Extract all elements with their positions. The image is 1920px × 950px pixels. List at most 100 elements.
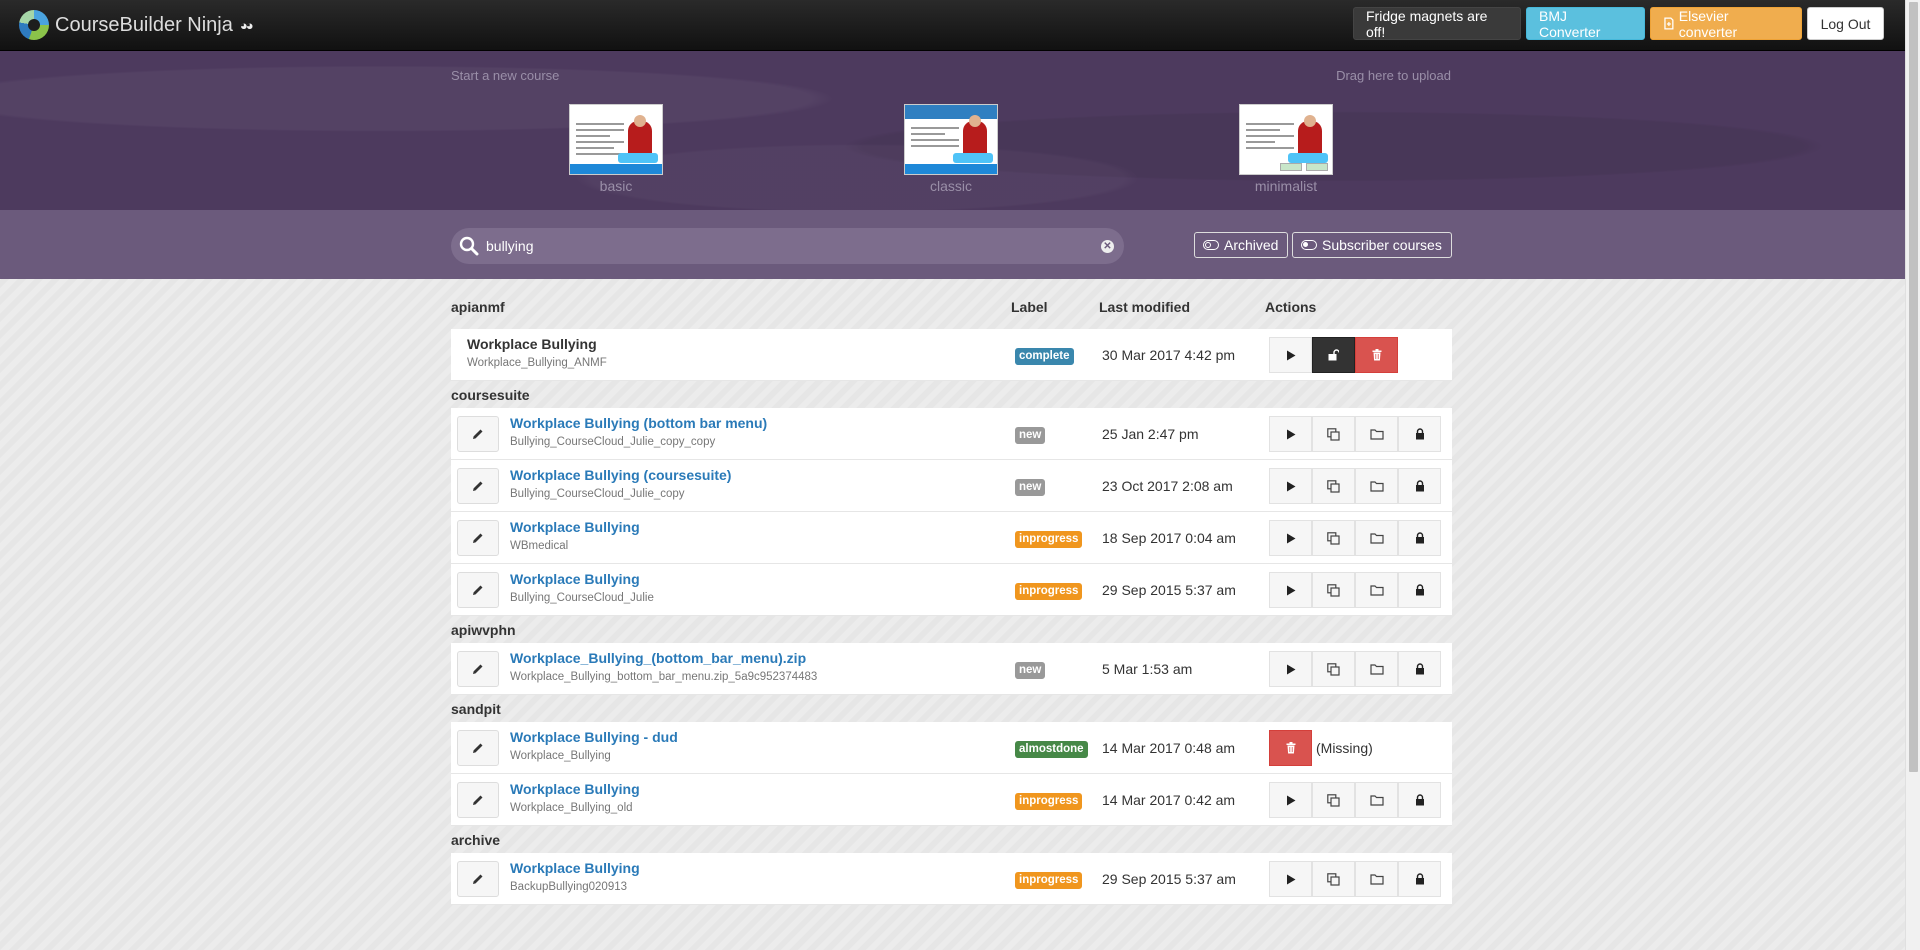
template-basic[interactable]: basic [569,104,663,194]
delete-button[interactable] [1269,730,1312,766]
course-folder-name: BackupBullying020913 [510,881,628,893]
upload-drop-zone[interactable]: Drag here to upload [1336,68,1451,83]
copy-button[interactable] [1312,782,1355,818]
folder-button[interactable] [1355,520,1398,556]
lock-button[interactable] [1398,651,1441,687]
lock-button[interactable] [1398,520,1441,556]
edit-course-button[interactable] [457,861,499,897]
lock-button[interactable] [1398,861,1441,897]
folder-button[interactable] [1355,782,1398,818]
unlock-button[interactable] [1312,337,1355,373]
edit-course-button[interactable] [457,468,499,504]
fridge-magnets-button[interactable]: Fridge magnets are off! [1353,7,1521,40]
elsevier-converter-button[interactable]: Elsevier converter [1650,7,1802,40]
table-row: Workplace Bullying WBmedical inprogress 18 … [451,512,1452,564]
copy-icon [1327,662,1340,676]
group-title: apianmf [451,299,505,315]
status-badge: new [1015,427,1046,444]
top-navbar: CourseBuilder Ninja ◕◕ Fridge magnets ar… [0,0,1905,51]
archived-toggle[interactable]: Archived [1194,232,1288,258]
play-button[interactable] [1269,572,1312,608]
play-icon [1286,874,1296,885]
delete-button[interactable] [1355,337,1398,373]
status-badge: inprogress [1015,531,1083,548]
group-title: archive [451,832,501,848]
lock-button[interactable] [1398,572,1441,608]
edit-course-button[interactable] [457,572,499,608]
edit-course-button[interactable] [457,416,499,452]
edit-course-button[interactable] [457,782,499,818]
table-row: Workplace_Bullying_(bottom_bar_menu).zip… [451,643,1452,695]
brand[interactable]: CourseBuilder Ninja ◕◕ [19,10,254,40]
copy-button[interactable] [1312,651,1355,687]
copy-icon [1327,872,1340,886]
template-thumbnail [1239,104,1333,175]
folder-button[interactable] [1355,468,1398,504]
row-actions [1269,520,1441,556]
copy-button[interactable] [1312,861,1355,897]
status-badge: inprogress [1015,583,1083,600]
folder-button[interactable] [1355,416,1398,452]
course-title[interactable]: Workplace Bullying (coursesuite) [510,467,731,483]
table-row: Workplace Bullying Bullying_CourseCloud_J… [451,564,1452,616]
template-thumbnail [569,104,663,175]
copy-button[interactable] [1312,468,1355,504]
play-button[interactable] [1269,520,1312,556]
edit-course-button[interactable] [457,651,499,687]
clear-icon[interactable]: ✕ [1101,240,1114,253]
lock-button[interactable] [1398,782,1441,818]
edit-course-button[interactable] [457,520,499,556]
scrollbar[interactable] [1905,0,1920,950]
play-button[interactable] [1269,337,1312,373]
template-classic[interactable]: classic [904,104,998,194]
folder-button[interactable] [1355,572,1398,608]
copy-icon [1327,427,1340,441]
course-title[interactable]: Workplace_Bullying_(bottom_bar_menu).zip [510,650,806,666]
folder-button[interactable] [1355,861,1398,897]
folder-icon [1369,480,1384,492]
lock-button[interactable] [1398,416,1441,452]
play-button[interactable] [1269,782,1312,818]
play-button[interactable] [1269,416,1312,452]
course-title[interactable]: Workplace Bullying - dud [510,729,678,745]
course-title[interactable]: Workplace Bullying (bottom bar menu) [510,415,767,431]
course-title[interactable]: Workplace Bullying [510,781,640,797]
play-button[interactable] [1269,651,1312,687]
course-folder-name: Bullying_CourseCloud_Julie_copy_copy [510,436,716,448]
copy-button[interactable] [1312,572,1355,608]
copy-button[interactable] [1312,416,1355,452]
template-label: classic [929,178,972,194]
row-actions [1269,651,1441,687]
elsevier-converter-label: Elsevier converter [1678,7,1738,40]
lock-icon [1415,873,1425,885]
subscriber-courses-toggle[interactable]: Subscriber courses [1292,232,1452,258]
template-minimalist[interactable]: minimalist [1239,104,1333,194]
lock-button[interactable] [1398,468,1441,504]
lock-icon [1415,584,1425,596]
brand-logo-icon [19,10,49,40]
modified-column-header: Last modified [1099,299,1191,315]
course-title[interactable]: Workplace Bullying [510,860,640,876]
copy-button[interactable] [1312,520,1355,556]
copy-icon [1327,479,1340,493]
row-actions [1269,572,1441,608]
lock-icon [1415,428,1425,440]
scrollbar-thumb[interactable] [1909,2,1918,772]
logout-button[interactable]: Log Out [1807,7,1884,40]
play-icon [1286,664,1296,675]
bmj-converter-button[interactable]: BMJ Converter [1526,7,1645,40]
course-title[interactable]: Workplace Bullying [510,571,640,587]
course-folder-name: Workplace_Bullying [510,750,611,762]
play-icon [1286,795,1296,806]
course-title[interactable]: Workplace Bullying [510,519,640,535]
row-actions [1269,861,1441,897]
folder-button[interactable] [1355,651,1398,687]
search-input[interactable] [486,235,1066,257]
edit-course-button[interactable] [457,730,499,766]
search-box: ✕ [451,228,1124,264]
play-button[interactable] [1269,468,1312,504]
start-new-course-label: Start a new course [451,68,560,83]
copy-icon [1327,793,1340,807]
pencil-icon [472,480,484,492]
play-button[interactable] [1269,861,1312,897]
